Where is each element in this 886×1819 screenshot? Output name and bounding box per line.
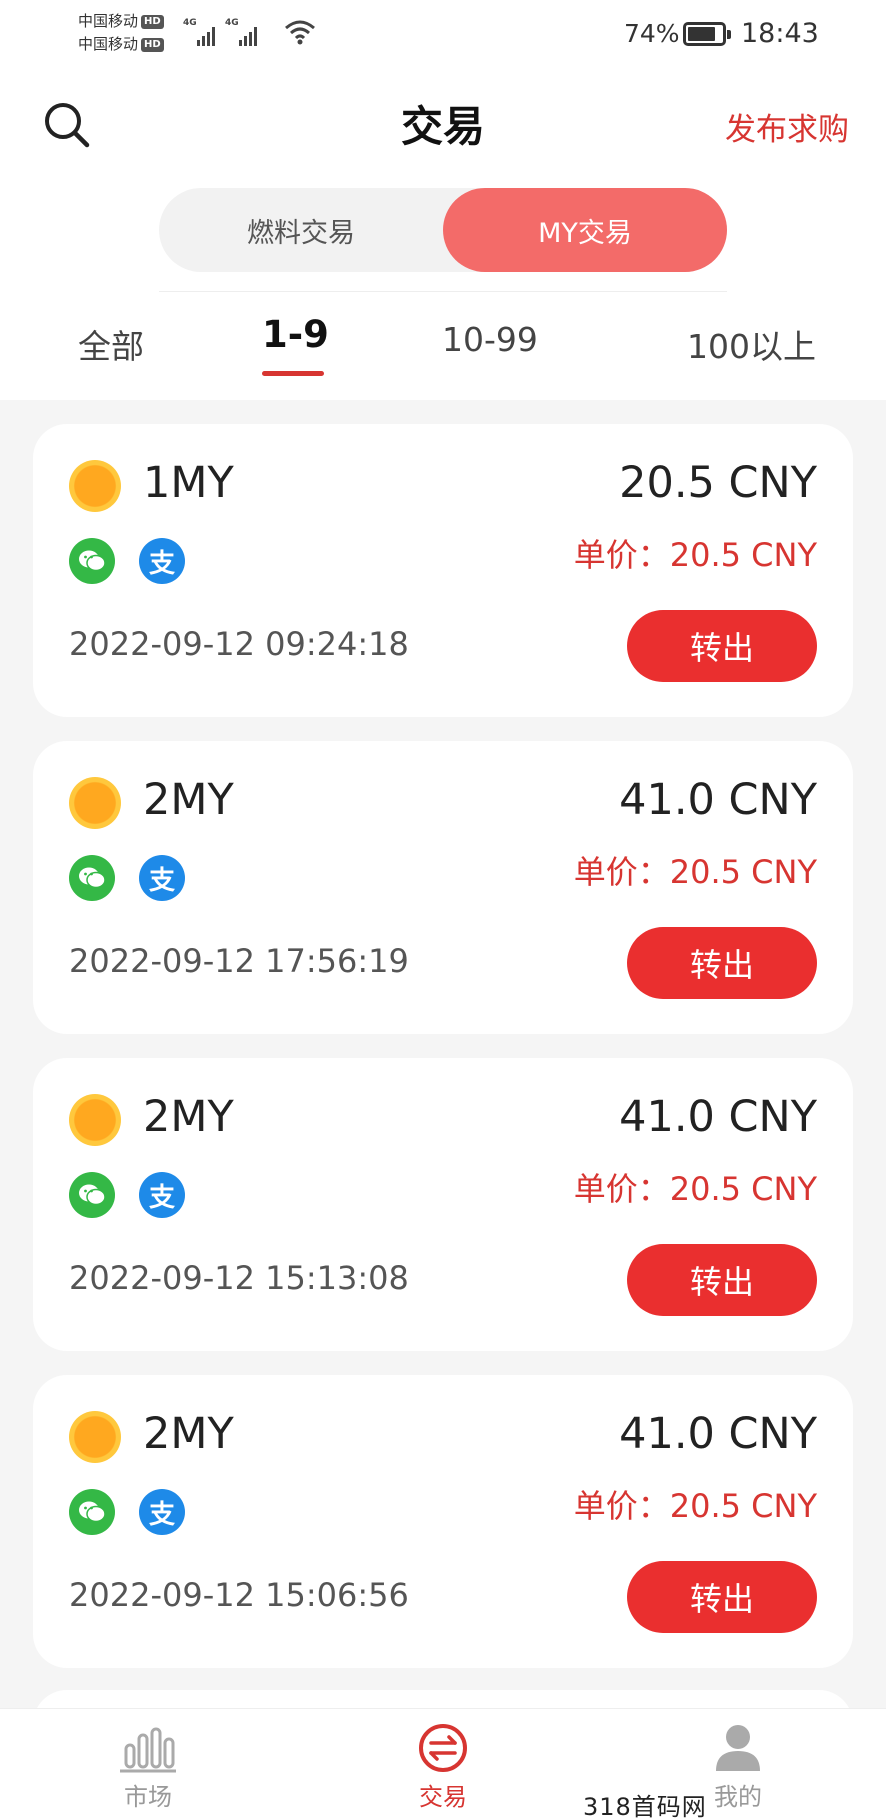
alipay-icon: 支 <box>139 538 185 584</box>
unit-price: 单价：20.5 CNY <box>573 536 817 574</box>
nav-trade[interactable]: 交易 <box>363 1709 523 1819</box>
alipay-icon: 支 <box>139 1489 185 1535</box>
wechat-pay-icon <box>69 1172 115 1218</box>
order-timestamp: 2022-09-12 15:06:56 <box>69 1576 409 1614</box>
order-amount: 1MY <box>143 458 234 508</box>
alipay-icon: 支 <box>139 855 185 901</box>
active-tab-indicator <box>262 371 324 376</box>
hd-badge: HD <box>141 37 164 52</box>
carrier-name: 中国移动 <box>78 12 139 30</box>
wechat-pay-icon <box>69 538 115 584</box>
coin-icon <box>69 460 121 512</box>
signal-icon: 4G <box>225 18 257 46</box>
filter-tab-100-plus[interactable]: 100以上 <box>687 320 816 368</box>
nav-market[interactable]: 市场 <box>68 1709 228 1819</box>
user-icon <box>716 1725 760 1771</box>
transfer-out-button[interactable]: 转出 <box>627 1561 817 1633</box>
wechat-pay-icon <box>69 855 115 901</box>
order-total: 41.0 CNY <box>619 1092 817 1142</box>
wifi-icon <box>285 20 315 45</box>
order-timestamp: 2022-09-12 09:24:18 <box>69 625 409 663</box>
filter-tab-1-9[interactable]: 1-9 <box>262 313 329 356</box>
transfer-out-button[interactable]: 转出 <box>627 927 817 999</box>
bar-chart-icon <box>120 1727 176 1773</box>
order-card[interactable]: 2MY 41.0 CNY 支 单价：20.5 CNY 2022-09-12 15… <box>33 1058 853 1351</box>
filter-tab-10-99[interactable]: 10-99 <box>442 320 538 359</box>
watermark: 318首码网 www.E318.com <box>583 1793 707 1819</box>
signal-icons: 4G 4G <box>183 18 257 46</box>
order-amount: 2MY <box>143 775 234 825</box>
order-total: 41.0 CNY <box>619 775 817 825</box>
order-amount: 2MY <box>143 1092 234 1142</box>
tab-my-trade[interactable]: MY交易 <box>443 188 727 272</box>
carrier-name: 中国移动 <box>78 35 139 53</box>
order-total: 41.0 CNY <box>619 1409 817 1459</box>
filter-tab-all[interactable]: 全部 <box>78 320 144 368</box>
coin-icon <box>69 777 121 829</box>
wechat-pay-icon <box>69 1489 115 1535</box>
nav-label: 市场 <box>124 1783 172 1811</box>
battery-icon <box>683 22 731 46</box>
transfer-out-button[interactable]: 转出 <box>627 610 817 682</box>
hd-badge: HD <box>141 14 164 29</box>
alipay-icon: 支 <box>139 1172 185 1218</box>
unit-price: 单价：20.5 CNY <box>573 1170 817 1208</box>
order-timestamp: 2022-09-12 17:56:19 <box>69 942 409 980</box>
order-card[interactable]: 1MY 20.5 CNY 支 单价：20.5 CNY 2022-09-12 09… <box>33 424 853 717</box>
signal-icon: 4G <box>183 18 215 46</box>
coin-icon <box>69 1411 121 1463</box>
battery-percent: 74% <box>624 19 680 48</box>
order-amount: 2MY <box>143 1409 234 1459</box>
trade-type-switch: 燃料交易 MY交易 <box>159 188 727 272</box>
swap-icon <box>419 1724 467 1772</box>
coin-icon <box>69 1094 121 1146</box>
tab-fuel-trade[interactable]: 燃料交易 <box>159 188 443 272</box>
order-card[interactable]: 2MY 41.0 CNY 支 单价：20.5 CNY 2022-09-12 17… <box>33 741 853 1034</box>
clock: 18:43 <box>741 18 819 49</box>
unit-price: 单价：20.5 CNY <box>573 1487 817 1525</box>
order-card[interactable]: 2MY 41.0 CNY 支 单价：20.5 CNY 2022-09-12 15… <box>33 1375 853 1668</box>
divider <box>159 291 727 292</box>
status-bar: 中国移动 HD 中国移动 HD 4G 4G 74% 18:43 <box>0 0 886 70</box>
publish-request-button[interactable]: 发布求购 <box>725 104 849 149</box>
carrier-info: 中国移动 HD 中国移动 HD <box>78 10 164 56</box>
nav-label: 交易 <box>419 1783 467 1811</box>
transfer-out-button[interactable]: 转出 <box>627 1244 817 1316</box>
order-timestamp: 2022-09-12 15:13:08 <box>69 1259 409 1297</box>
order-total: 20.5 CNY <box>619 458 817 508</box>
unit-price: 单价：20.5 CNY <box>573 853 817 891</box>
